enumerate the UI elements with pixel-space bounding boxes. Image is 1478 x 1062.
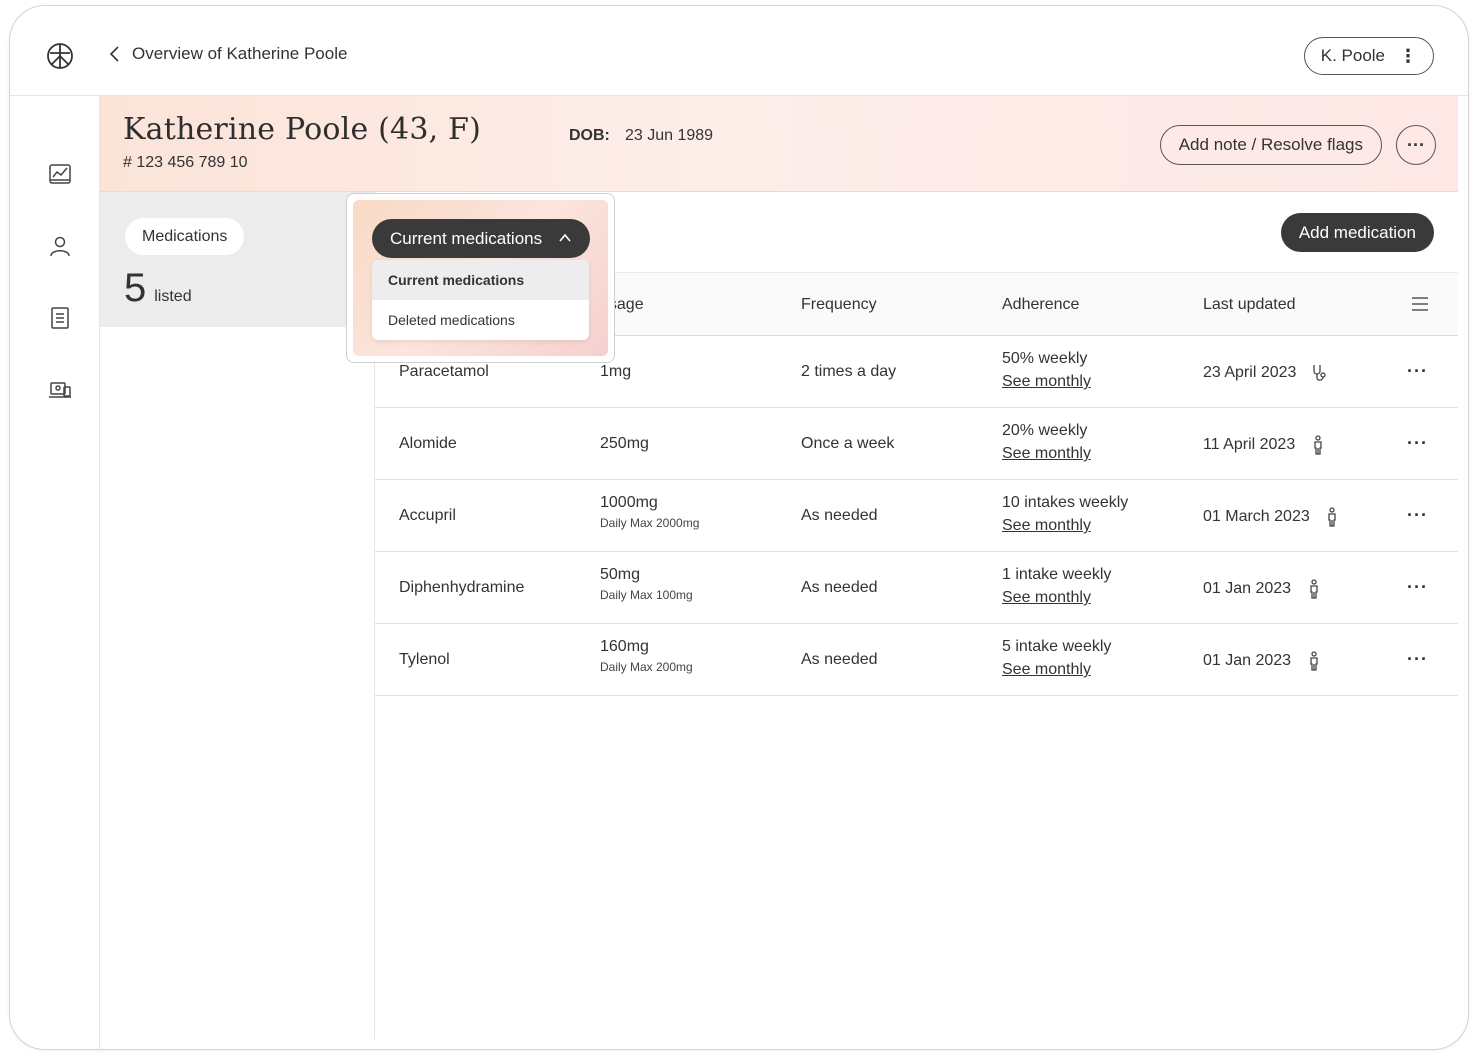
medications-chip: Medications: [125, 218, 245, 255]
side-nav: [10, 96, 100, 1049]
row-more-button[interactable]: ···: [1407, 577, 1428, 598]
patient-icon: [1328, 507, 1336, 527]
user-name: K. Poole: [1320, 46, 1385, 65]
chevron-up-icon: [559, 233, 571, 242]
stethoscope-icon: [1313, 365, 1326, 381]
last-updated: 01 Jan 2023: [1203, 579, 1322, 599]
chart-icon[interactable]: [48, 162, 72, 186]
medication-filter-dropdown: Current medications Current medications …: [346, 193, 615, 363]
back-link[interactable]: Overview of Katherine Poole: [108, 44, 347, 64]
see-monthly-link[interactable]: See monthly: [1002, 445, 1091, 463]
header-last-updated[interactable]: Last updated: [1203, 296, 1296, 314]
frequency: 2 times a day: [801, 363, 897, 380]
dosage: 1000mg Daily Max 2000mg: [600, 494, 699, 530]
patient-icon: [1309, 579, 1318, 599]
adherence-value: 50% weekly: [1002, 350, 1088, 367]
dosage: 160mg Daily Max 200mg: [600, 638, 693, 674]
document-icon[interactable]: [48, 306, 72, 330]
adherence: 5 intake weekly See monthly: [1002, 638, 1111, 679]
more-options-button[interactable]: ···: [1396, 125, 1436, 165]
medication-name: Diphenhydramine: [399, 579, 525, 596]
dosage-value: 160mg: [600, 638, 649, 655]
frequency: As needed: [801, 579, 878, 596]
dropdown-menu: Current medications Deleted medications: [372, 260, 589, 340]
frequency: Once a week: [801, 435, 895, 452]
frequency: As needed: [801, 651, 878, 668]
vertical-ellipsis-icon: ⋮: [1399, 46, 1417, 66]
column-menu-icon[interactable]: [1412, 297, 1428, 311]
chevron-left-icon: [109, 46, 119, 62]
count-number: 5: [124, 266, 147, 310]
app-window: Overview of Katherine Poole K. Poole ⋮ K…: [9, 5, 1469, 1050]
table-row[interactable]: Tylenol 160mg Daily Max 200mg As needed …: [375, 624, 1458, 696]
option-deleted-medications[interactable]: Deleted medications: [372, 300, 589, 340]
medication-summary: Medications 5 listed: [100, 192, 375, 327]
dosage-value: 1000mg: [600, 494, 658, 511]
person-icon[interactable]: [48, 234, 72, 258]
medication-name: Tylenol: [399, 651, 450, 668]
back-link-label: Overview of Katherine Poole: [132, 44, 348, 63]
header-adherence[interactable]: Adherence: [1002, 296, 1079, 314]
adherence: 1 intake weekly See monthly: [1002, 566, 1111, 607]
dosage-value: 50mg: [600, 566, 641, 583]
medication-name: Paracetamol: [399, 363, 489, 380]
adherence-value: 10 intakes weekly: [1002, 494, 1129, 511]
patient-id: # 123 456 789 10: [123, 154, 248, 171]
dob-label: DOB:: [569, 127, 610, 144]
last-updated: 11 April 2023: [1203, 435, 1326, 455]
patient-name: Katherine Poole (43, F): [123, 112, 482, 147]
user-menu-button[interactable]: K. Poole ⋮: [1303, 37, 1434, 75]
last-updated-date: 01 Jan 2023: [1203, 580, 1292, 598]
adherence-value: 5 intake weekly: [1002, 638, 1112, 655]
patient-icon: [1309, 651, 1318, 671]
header-frequency[interactable]: Frequency: [801, 296, 877, 314]
top-bar: Overview of Katherine Poole K. Poole ⋮: [10, 6, 1468, 96]
row-more-button[interactable]: ···: [1407, 649, 1428, 670]
table-row[interactable]: Alomide 250mg Once a week 20% weekly See…: [375, 408, 1458, 480]
last-updated: 01 March 2023: [1203, 507, 1340, 527]
see-monthly-link[interactable]: See monthly: [1002, 589, 1091, 607]
row-more-button[interactable]: ···: [1407, 433, 1428, 454]
count-label: listed: [154, 288, 192, 305]
patient-icon: [1314, 435, 1322, 455]
adherence-value: 1 intake weekly: [1002, 566, 1112, 583]
see-monthly-link[interactable]: See monthly: [1002, 517, 1091, 535]
add-note-button[interactable]: Add note / Resolve flags: [1159, 125, 1382, 165]
add-medication-button[interactable]: Add medication: [1280, 213, 1434, 252]
adherence: 10 intakes weekly See monthly: [1002, 494, 1128, 535]
last-updated-date: 11 April 2023: [1203, 436, 1296, 454]
daily-max: Daily Max 100mg: [600, 588, 693, 602]
medication-name: Accupril: [399, 507, 456, 524]
last-updated-date: 01 March 2023: [1203, 508, 1310, 526]
patient-banner: Katherine Poole (43, F) # 123 456 789 10…: [100, 96, 1458, 192]
last-updated-date: 01 Jan 2023: [1203, 652, 1292, 670]
last-updated: 23 April 2023: [1203, 363, 1327, 383]
table-row[interactable]: Diphenhydramine 50mg Daily Max 100mg As …: [375, 552, 1458, 624]
frequency: As needed: [801, 507, 878, 524]
row-more-button[interactable]: ···: [1407, 361, 1428, 382]
see-monthly-link[interactable]: See monthly: [1002, 661, 1091, 679]
last-updated-date: 23 April 2023: [1203, 364, 1297, 382]
medication-filter-toggle[interactable]: Current medications: [372, 219, 590, 258]
see-monthly-link[interactable]: See monthly: [1002, 373, 1091, 391]
adherence: 20% weekly See monthly: [1002, 422, 1091, 463]
medication-name: Alomide: [399, 435, 457, 452]
adherence: 50% weekly See monthly: [1002, 350, 1091, 391]
daily-max: Daily Max 200mg: [600, 660, 693, 674]
last-updated: 01 Jan 2023: [1203, 651, 1322, 671]
dosage: 250mg: [600, 435, 649, 452]
selected-filter-label: Current medications: [390, 228, 543, 248]
dob-value: 23 Jun 1989: [625, 127, 714, 144]
dosage: 1mg: [600, 363, 632, 380]
adherence-value: 20% weekly: [1002, 422, 1088, 439]
row-more-button[interactable]: ···: [1407, 505, 1428, 526]
medication-count: 5 listed: [124, 266, 192, 311]
dosage: 50mg Daily Max 100mg: [600, 566, 693, 602]
devices-icon[interactable]: [48, 378, 72, 402]
daily-max: Daily Max 2000mg: [600, 516, 700, 530]
table-row[interactable]: Accupril 1000mg Daily Max 2000mg As need…: [375, 480, 1458, 552]
logo-icon[interactable]: [46, 42, 74, 70]
option-current-medications[interactable]: Current medications: [372, 260, 589, 300]
